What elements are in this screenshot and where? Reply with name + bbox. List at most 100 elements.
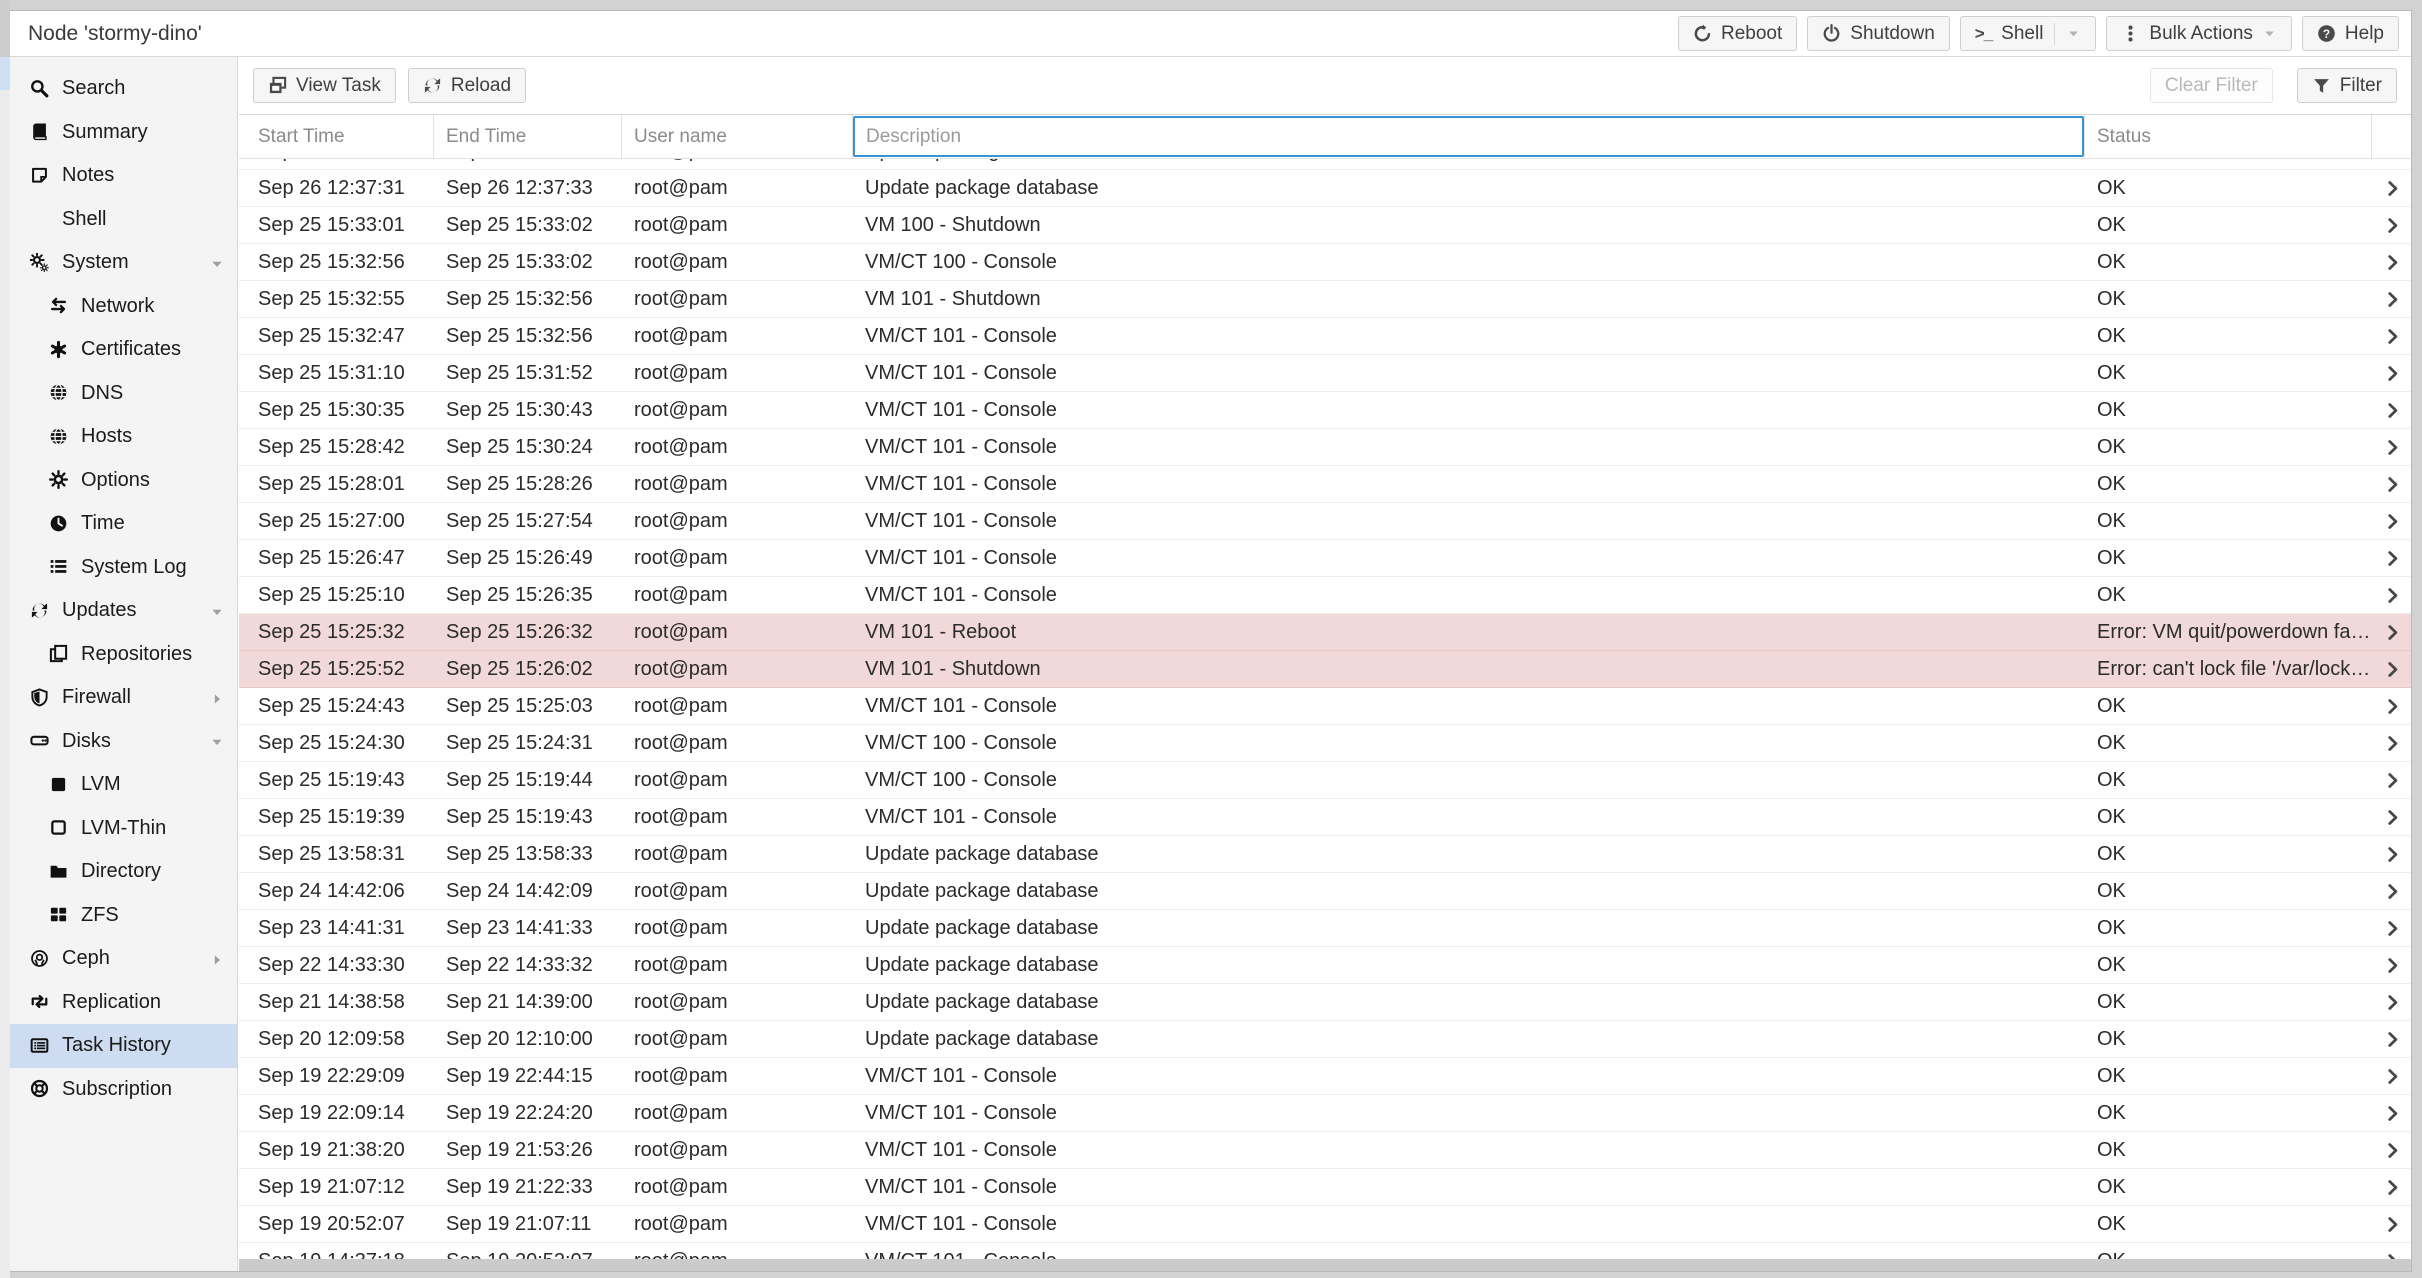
task-row[interactable]: Sep 25 15:30:35Sep 25 15:30:43root@pamVM… bbox=[239, 392, 2411, 429]
chevron-right-icon[interactable] bbox=[209, 951, 225, 967]
chevron-down-icon[interactable] bbox=[209, 733, 225, 749]
sidebar-item-system[interactable]: System bbox=[10, 241, 237, 285]
chevron-right-icon[interactable] bbox=[209, 690, 225, 706]
sidebar-item-disks[interactable]: Disks bbox=[10, 720, 237, 764]
task-row[interactable]: Sep 25 15:24:30Sep 25 15:24:31root@pamVM… bbox=[239, 725, 2411, 762]
chevron-right-icon[interactable] bbox=[2372, 1095, 2411, 1131]
sidebar-item-zfs[interactable]: ZFS bbox=[10, 894, 237, 938]
task-row[interactable]: Sep 19 21:38:20Sep 19 21:53:26root@pamVM… bbox=[239, 1132, 2411, 1169]
task-row[interactable]: Sep 19 21:07:12Sep 19 21:22:33root@pamVM… bbox=[239, 1169, 2411, 1206]
chevron-right-icon[interactable] bbox=[2372, 281, 2411, 317]
sidebar-item-options[interactable]: Options bbox=[10, 459, 237, 503]
task-row[interactable]: Sep 19 20:52:07Sep 19 21:07:11root@pamVM… bbox=[239, 1206, 2411, 1243]
sidebar-item-hosts[interactable]: Hosts bbox=[10, 415, 237, 459]
chevron-right-icon[interactable] bbox=[2372, 355, 2411, 391]
task-row[interactable]: Sep 21 14:38:58Sep 21 14:39:00root@pamUp… bbox=[239, 984, 2411, 1021]
sidebar-item-ceph[interactable]: Ceph bbox=[10, 937, 237, 981]
column-header-start-time[interactable]: Start Time bbox=[239, 115, 434, 158]
task-row[interactable]: Sep 25 15:25:32Sep 25 15:26:32root@pamVM… bbox=[239, 614, 2411, 651]
task-row[interactable]: Sep 25 15:28:01Sep 25 15:28:26root@pamVM… bbox=[239, 466, 2411, 503]
chevron-right-icon[interactable] bbox=[2372, 688, 2411, 724]
task-row[interactable]: Sep 24 14:42:06Sep 24 14:42:09root@pamUp… bbox=[239, 873, 2411, 910]
sidebar-item-lvm-thin[interactable]: LVM-Thin bbox=[10, 807, 237, 851]
task-row[interactable]: Sep 25 15:32:56Sep 25 15:33:02root@pamVM… bbox=[239, 244, 2411, 281]
chevron-right-icon[interactable] bbox=[2372, 762, 2411, 798]
sidebar-item-search[interactable]: Search bbox=[10, 67, 237, 111]
sidebar-item-replication[interactable]: Replication bbox=[10, 981, 237, 1025]
chevron-right-icon[interactable] bbox=[2372, 836, 2411, 872]
chevron-right-icon[interactable] bbox=[2372, 159, 2411, 169]
chevron-right-icon[interactable] bbox=[2372, 725, 2411, 761]
sidebar-item-repositories[interactable]: Repositories bbox=[10, 633, 237, 677]
sidebar-item-time[interactable]: Time bbox=[10, 502, 237, 546]
task-row[interactable]: Sep 25 15:26:47Sep 25 15:26:49root@pamVM… bbox=[239, 540, 2411, 577]
shutdown-button[interactable]: Shutdown bbox=[1807, 16, 1950, 51]
sidebar-item-updates[interactable]: Updates bbox=[10, 589, 237, 633]
chevron-right-icon[interactable] bbox=[2372, 1021, 2411, 1057]
chevron-right-icon[interactable] bbox=[2372, 1058, 2411, 1094]
sidebar-item-dns[interactable]: DNS bbox=[10, 372, 237, 416]
task-row[interactable]: Sep 19 22:29:09Sep 19 22:44:15root@pamVM… bbox=[239, 1058, 2411, 1095]
sidebar-item-task-history[interactable]: Task History bbox=[10, 1024, 237, 1068]
task-row[interactable]: Sep 25 15:25:10Sep 25 15:26:35root@pamVM… bbox=[239, 577, 2411, 614]
task-row[interactable]: Sep 26 12:38:31Sep 26 12:38:33root@pamUp… bbox=[239, 159, 2411, 170]
column-header-status[interactable]: Status bbox=[2085, 115, 2372, 158]
chevron-right-icon[interactable] bbox=[2372, 910, 2411, 946]
chevron-right-icon[interactable] bbox=[2372, 466, 2411, 502]
reboot-button[interactable]: Reboot bbox=[1678, 16, 1797, 51]
chevron-right-icon[interactable] bbox=[2372, 318, 2411, 354]
chevron-right-icon[interactable] bbox=[2372, 244, 2411, 280]
sidebar-item-certificates[interactable]: Certificates bbox=[10, 328, 237, 372]
chevron-right-icon[interactable] bbox=[2372, 984, 2411, 1020]
task-row[interactable]: Sep 26 12:37:31Sep 26 12:37:33root@pamUp… bbox=[239, 170, 2411, 207]
chevron-right-icon[interactable] bbox=[2372, 429, 2411, 465]
task-row[interactable]: Sep 25 15:27:00Sep 25 15:27:54root@pamVM… bbox=[239, 503, 2411, 540]
chevron-right-icon[interactable] bbox=[2372, 651, 2411, 687]
column-header-user-name[interactable]: User name bbox=[622, 115, 853, 158]
task-row[interactable]: Sep 25 15:19:39Sep 25 15:19:43root@pamVM… bbox=[239, 799, 2411, 836]
task-row[interactable]: Sep 25 15:31:10Sep 25 15:31:52root@pamVM… bbox=[239, 355, 2411, 392]
task-row[interactable]: Sep 25 15:25:52Sep 25 15:26:02root@pamVM… bbox=[239, 651, 2411, 688]
horizontal-scrollbar[interactable] bbox=[239, 1259, 2411, 1271]
chevron-right-icon[interactable] bbox=[2372, 799, 2411, 835]
task-row[interactable]: Sep 25 15:32:47Sep 25 15:32:56root@pamVM… bbox=[239, 318, 2411, 355]
sidebar-item-network[interactable]: Network bbox=[10, 285, 237, 329]
sidebar-item-notes[interactable]: Notes bbox=[10, 154, 237, 198]
reload-button[interactable]: Reload bbox=[408, 68, 526, 103]
clear-filter-button[interactable]: Clear Filter bbox=[2150, 68, 2273, 103]
sidebar-item-shell[interactable]: Shell bbox=[10, 198, 237, 242]
chevron-right-icon[interactable] bbox=[2372, 1243, 2411, 1259]
chevron-right-icon[interactable] bbox=[2372, 540, 2411, 576]
task-row[interactable]: Sep 25 13:58:31Sep 25 13:58:33root@pamUp… bbox=[239, 836, 2411, 873]
chevron-right-icon[interactable] bbox=[2372, 170, 2411, 206]
chevron-right-icon[interactable] bbox=[2372, 503, 2411, 539]
chevron-right-icon[interactable] bbox=[2372, 207, 2411, 243]
task-row[interactable]: Sep 19 14:37:18Sep 19 20:52:07root@pamVM… bbox=[239, 1243, 2411, 1259]
shell-split-button[interactable]: >_ Shell bbox=[1960, 16, 2097, 51]
bulk-actions-button[interactable]: Bulk Actions bbox=[2106, 16, 2292, 51]
chevron-down-icon[interactable] bbox=[2066, 26, 2081, 41]
chevron-right-icon[interactable] bbox=[2372, 1132, 2411, 1168]
task-row[interactable]: Sep 19 22:09:14Sep 19 22:24:20root@pamVM… bbox=[239, 1095, 2411, 1132]
sidebar-item-firewall[interactable]: Firewall bbox=[10, 676, 237, 720]
task-row[interactable]: Sep 25 15:24:43Sep 25 15:25:03root@pamVM… bbox=[239, 688, 2411, 725]
column-header-end-time[interactable]: End Time bbox=[434, 115, 622, 158]
view-task-button[interactable]: View Task bbox=[253, 68, 396, 103]
chevron-right-icon[interactable] bbox=[2372, 614, 2411, 650]
sidebar-item-directory[interactable]: Directory bbox=[10, 850, 237, 894]
chevron-down-icon[interactable] bbox=[209, 255, 225, 271]
description-filter-input[interactable] bbox=[853, 116, 2084, 157]
sidebar-item-lvm[interactable]: LVM bbox=[10, 763, 237, 807]
chevron-right-icon[interactable] bbox=[2372, 947, 2411, 983]
task-row[interactable]: Sep 23 14:41:31Sep 23 14:41:33root@pamUp… bbox=[239, 910, 2411, 947]
chevron-right-icon[interactable] bbox=[2372, 1169, 2411, 1205]
task-row[interactable]: Sep 25 15:19:43Sep 25 15:19:44root@pamVM… bbox=[239, 762, 2411, 799]
task-row[interactable]: Sep 20 12:09:58Sep 20 12:10:00root@pamUp… bbox=[239, 1021, 2411, 1058]
chevron-right-icon[interactable] bbox=[2372, 392, 2411, 428]
task-row[interactable]: Sep 25 15:33:01Sep 25 15:33:02root@pamVM… bbox=[239, 207, 2411, 244]
sidebar-item-summary[interactable]: Summary bbox=[10, 111, 237, 155]
chevron-right-icon[interactable] bbox=[2372, 1206, 2411, 1242]
chevron-down-icon[interactable] bbox=[209, 603, 225, 619]
chevron-right-icon[interactable] bbox=[2372, 577, 2411, 613]
sidebar-item-subscription[interactable]: Subscription bbox=[10, 1068, 237, 1112]
